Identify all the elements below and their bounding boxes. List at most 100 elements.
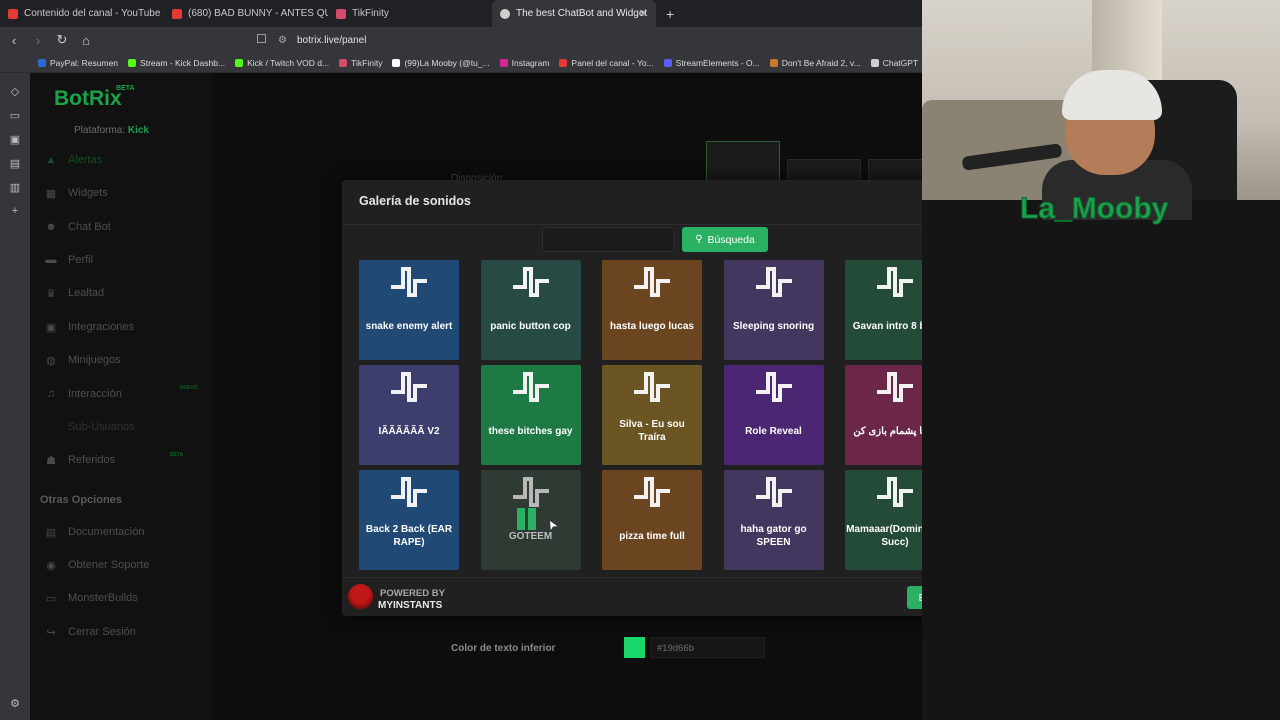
sound-gallery-modal: Galería de sonidos ⚲ Búsqueda snake enemy… [342, 180, 967, 616]
sound-card[interactable]: IÃÃÃÃÃÃ V2 [359, 365, 459, 465]
back-icon[interactable]: ‹ [4, 33, 24, 48]
modal-footer: POWERED BY MYINSTANTS Elegir [342, 577, 967, 616]
sound-card[interactable]: Role Reveal [723, 365, 824, 465]
sound-card-label: panic button cop [490, 320, 571, 332]
sound-card[interactable]: Back 2 Back (EAR RAPE) [359, 470, 459, 570]
nav-chat-bot[interactable]: ☻ Chat Bot [44, 217, 204, 237]
sound-wave-icon [755, 477, 792, 507]
notes-icon[interactable]: ▤ [8, 157, 22, 171]
browser-tab-active[interactable]: The best ChatBot and Widget ✕ [492, 0, 656, 27]
sound-card[interactable]: hasta luego lucas [602, 260, 702, 360]
bottom-text-color-label: Color de texto inferior [451, 643, 556, 654]
sound-search-input[interactable] [542, 227, 675, 252]
sound-card[interactable]: Sleeping snoring [723, 260, 824, 360]
sound-card-label: Silva - Eu sou Traíra [619, 419, 685, 443]
sound-wave-icon [634, 267, 670, 297]
nav-alertas[interactable]: ▲ Alertas [44, 150, 204, 170]
nav-documentacion[interactable]: ▤ Documentación [44, 522, 204, 542]
platform-indicator: Plataforma: Kick [74, 125, 150, 136]
media-icon[interactable]: ▭ [8, 109, 22, 123]
sound-card[interactable]: pizza time full [602, 470, 702, 570]
reading-list-icon[interactable]: ▥ [8, 181, 22, 195]
search-button[interactable]: ⚲ Búsqueda [682, 227, 768, 252]
bookmark-item[interactable]: (99)La Mooby (@tu_... [392, 58, 490, 68]
warning-icon: ▲ [45, 154, 57, 166]
bookmark-icon[interactable]: ☐ [256, 32, 267, 46]
browser-tab[interactable]: Contenido del canal - YouTube Studio [0, 0, 164, 27]
sound-wave-icon [512, 372, 549, 402]
sound-wave-icon [512, 477, 549, 507]
new-tab-icon[interactable]: + [656, 6, 684, 22]
sound-card[interactable]: GOTEEM ➤ [480, 470, 581, 570]
site-info-icon[interactable]: ⚙ [278, 35, 287, 46]
settings-icon[interactable]: ⚙ [8, 697, 22, 711]
nav-minijuegos[interactable]: ◍ Minijuegos [44, 350, 204, 370]
powered-by-brand[interactable]: MYINSTANTS [378, 600, 442, 611]
layout-option-text-alt[interactable] [868, 159, 922, 181]
home-icon[interactable]: ⌂ [76, 33, 96, 48]
bookmark-item[interactable]: TikFinity [339, 58, 382, 68]
monitor-icon: ▭ [45, 592, 57, 605]
sound-card-label: Role Reveal [745, 425, 802, 437]
tikfinity-icon [339, 58, 348, 67]
playing-bar [516, 508, 525, 530]
bookmark-item[interactable]: Kick / Twitch VOD d... [235, 58, 329, 68]
url-field[interactable]: ⚙ botrix.live/panel [278, 31, 918, 49]
nav-integraciones[interactable]: ▣ Integraciones [44, 317, 204, 337]
new-badge: NUEVO [180, 385, 198, 391]
close-tab-icon[interactable]: ✕ [639, 7, 648, 20]
bookmark-item[interactable]: Don't Be Afraid 2, v... [769, 58, 861, 68]
sound-wave-icon [877, 267, 913, 297]
sound-card[interactable]: haha gator go SPEEN [723, 470, 824, 570]
botrix-logo[interactable]: BotRix [54, 87, 122, 111]
bookmark-item[interactable]: ChatGPT [870, 58, 918, 68]
integrations-icon: ▣ [45, 321, 57, 334]
bottom-text-color-input[interactable]: #19d66b [650, 637, 765, 658]
instagram-icon [499, 58, 508, 67]
reload-icon[interactable]: ↻ [52, 32, 72, 48]
sound-card-label: IÃÃÃÃÃÃ V2 [378, 425, 440, 437]
nav-lealtad[interactable]: ♛ Lealtad [44, 283, 204, 303]
bookmark-item[interactable]: Panel del canal - Yo... [559, 58, 654, 68]
tiktok-icon [392, 58, 401, 67]
sound-wave-icon [634, 372, 670, 402]
add-panel-icon[interactable]: + [8, 205, 22, 219]
address-bar-row: ‹ › ↻ ⌂ ☐ ⚙ botrix.live/panel [0, 27, 922, 53]
browser-tab[interactable]: (680) BAD BUNNY - ANTES QUE SE A [164, 0, 328, 27]
sound-card[interactable]: panic button cop [480, 260, 581, 360]
nav-widgets[interactable]: ▦ Widgets [44, 183, 204, 203]
youtube-studio-icon [8, 8, 18, 19]
webcam-overlay: La_Mooby [922, 0, 1280, 720]
trophy-icon: ♛ [46, 287, 56, 300]
bookmark-thumbnail-icon [769, 58, 778, 67]
sound-card-label: snake enemy alert [365, 320, 453, 332]
bookmark-item[interactable]: StreamElements - O... [663, 58, 760, 68]
bottom-text-color-swatch[interactable] [624, 637, 645, 658]
sound-card[interactable]: these bitches gay [480, 365, 581, 465]
bookmark-item[interactable]: Stream - Kick Dashb... [128, 58, 225, 68]
nav-perfil[interactable]: ▬ Perfil [44, 250, 204, 270]
sound-card[interactable]: snake enemy alert [359, 260, 459, 360]
browser-tab-strip: Contenido del canal - YouTube Studio (68… [0, 0, 922, 27]
layout-option-image[interactable] [706, 141, 780, 181]
sound-wave-icon [634, 477, 670, 507]
robot-icon: ☻ [45, 221, 57, 233]
sound-card-label: pizza time full [619, 530, 685, 542]
nav-monsterbuilds[interactable]: ▭ MonsterBuilds [44, 588, 204, 608]
profile-card-icon: ▬ [45, 254, 57, 266]
layout-option-text[interactable] [787, 159, 861, 181]
sound-wave-icon [877, 372, 913, 402]
wallet-icon[interactable]: ▣ [8, 133, 22, 147]
sound-card[interactable]: Silva - Eu sou Traíra [602, 365, 702, 465]
nav-cerrar-sesion[interactable]: ↪ Cerrar Sesión [44, 622, 204, 642]
bookmark-item[interactable]: PayPal: Resumen [38, 58, 118, 68]
support-icon: ◉ [46, 559, 56, 572]
pin-icon[interactable]: ◇ [8, 85, 22, 99]
nav-obtener-soporte[interactable]: ◉ Obtener Soporte [44, 555, 204, 575]
sound-wave-icon [391, 267, 427, 297]
forward-icon[interactable]: › [28, 33, 48, 48]
kick-vod-icon [235, 58, 244, 67]
nav-sub-usuarios[interactable]: Sub-Usuarios [44, 417, 204, 437]
bookmark-item[interactable]: Instagram [499, 58, 549, 68]
browser-tab[interactable]: TikFinity [328, 0, 492, 27]
